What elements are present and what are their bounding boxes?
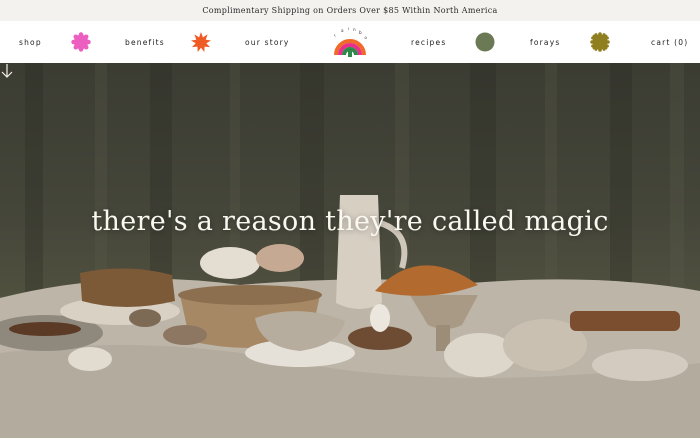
svg-text:i: i [348,27,349,31]
green-circle-icon [475,32,495,52]
hero-section: there's a reason they're called magic [0,63,700,438]
olive-seal-icon [590,32,610,52]
hero-image [0,63,700,438]
nav-forays[interactable]: forays [530,21,560,63]
nav-shop[interactable]: shop [19,21,42,63]
rainbow-logo[interactable]: r a i n b o [331,27,369,59]
announcement-bar: Complimentary Shipping on Orders Over $8… [0,0,700,21]
svg-text:b: b [359,30,362,35]
arrow-down-icon[interactable] [0,63,14,79]
nav-benefits[interactable]: benefits [125,21,165,63]
main-navigation: shop benefits our story r a i n b o reci… [0,21,700,64]
announcement-text: Complimentary Shipping on Orders Over $8… [202,6,498,15]
pink-flower-icon [71,32,91,52]
svg-text:r: r [333,33,338,38]
nav-cart[interactable]: cart (0) [651,21,688,63]
svg-text:n: n [353,27,356,32]
nav-recipes[interactable]: recipes [411,21,446,63]
orange-burst-icon [191,32,211,52]
nav-our-story[interactable]: our story [245,21,290,63]
svg-text:a: a [341,28,344,33]
svg-text:o: o [363,35,368,41]
hero-heading: there's a reason they're called magic [91,206,609,237]
